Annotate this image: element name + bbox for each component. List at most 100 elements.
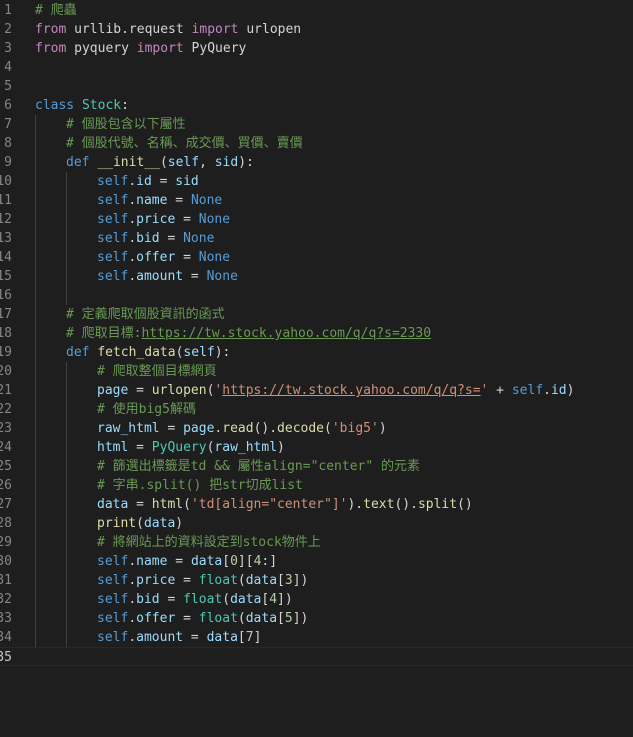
code-token: float <box>183 592 223 607</box>
code-line[interactable]: 3 from pyquery import PyQuery <box>0 39 633 58</box>
code-line[interactable]: 4 <box>0 58 633 77</box>
code-line[interactable]: 27 data = html('td[align="center"]').text… <box>0 495 633 514</box>
code-token: data <box>245 573 278 588</box>
line-text: raw_html = page.read().decode('big5') <box>97 419 387 438</box>
code-token: 7 <box>245 630 254 645</box>
code-line[interactable]: 20 # 爬取整個目標網頁 <box>0 362 633 381</box>
indent-guide <box>66 590 67 609</box>
code-line[interactable]: 11 self.name = None <box>0 191 633 210</box>
code-token: # 字串.split() 把str切成list <box>97 478 303 493</box>
line-number: 5 <box>4 79 12 94</box>
code-line[interactable]: 2 from urllib.request import urlopen <box>0 20 633 39</box>
code-token: = <box>128 497 152 512</box>
code-line[interactable]: 28 print(data) <box>0 514 633 533</box>
code-token: . <box>128 573 137 588</box>
code-token: self <box>511 383 544 398</box>
code-token: offer <box>136 611 176 626</box>
code-line[interactable]: 16 <box>0 286 633 305</box>
line-text: self.amount = data[7] <box>97 628 261 647</box>
code-token: . <box>128 231 137 246</box>
code-token: self <box>167 155 200 170</box>
code-area[interactable]: 1 # 爬蟲 2 from urllib.request import urlopen… <box>0 1 633 666</box>
code-token: raw_html <box>97 421 160 436</box>
code-line[interactable]: 30 self.name = data[0][4:] <box>0 552 633 571</box>
code-line[interactable]: 18 # 爬取目標:https://tw.stock.yahoo.com/q/q?… <box>0 324 633 343</box>
indent-guide <box>35 286 36 305</box>
indent-guide <box>66 628 67 647</box>
code-token: . <box>128 193 137 208</box>
code-token: # 使用big5解碼 <box>97 402 196 417</box>
code-token: (). <box>394 497 418 512</box>
code-token: sid <box>175 174 199 189</box>
code-line[interactable]: 32 self.bid = float(data[4]) <box>0 590 633 609</box>
code-token: page <box>97 383 129 398</box>
code-line[interactable]: 6 class Stock: <box>0 96 633 115</box>
line-number: 2 <box>4 22 12 37</box>
code-line[interactable]: 10 self.id = sid <box>0 172 633 191</box>
indent-guide <box>35 305 36 324</box>
line-text: data = html('td[align="center"]').text()… <box>97 495 473 514</box>
indent-guide <box>35 153 36 172</box>
code-line[interactable]: 14 self.offer = None <box>0 248 633 267</box>
code-token: from <box>35 41 67 56</box>
code-token: data <box>206 630 238 645</box>
code-line[interactable]: 1 # 爬蟲 <box>0 1 633 20</box>
code-line[interactable]: 12 self.price = None <box>0 210 633 229</box>
indent-guide <box>35 134 36 153</box>
code-token: bid <box>136 231 160 246</box>
line-number: 16 <box>0 288 12 303</box>
code-token: ): <box>238 155 254 170</box>
code-token: = <box>151 174 176 189</box>
code-line[interactable]: 13 self.bid = None <box>0 229 633 248</box>
code-line[interactable]: 17 # 定義爬取個股資訊的函式 <box>0 305 633 324</box>
code-token: # 將網站上的資料設定到stock物件上 <box>97 535 321 550</box>
code-line[interactable]: 8 # 個股代號、名稱、成交價、買價、賣價 <box>0 134 633 153</box>
code-token: . <box>128 630 137 645</box>
code-line[interactable]: 34 self.amount = data[7] <box>0 628 633 647</box>
code-line[interactable]: 26 # 字串.split() 把str切成list <box>0 476 633 495</box>
code-line[interactable]: 9 def __init__(self, sid): <box>0 153 633 172</box>
code-token: = <box>167 554 191 569</box>
indent-guide <box>66 533 67 552</box>
code-token: html <box>97 440 129 455</box>
code-line[interactable]: 29 # 將網站上的資料設定到stock物件上 <box>0 533 633 552</box>
code-token: page <box>183 421 215 436</box>
code-line[interactable]: 15 self.amount = None <box>0 267 633 286</box>
code-editor[interactable]: 1 # 爬蟲 2 from urllib.request import urlopen… <box>0 0 633 737</box>
indent-guide <box>66 571 67 590</box>
code-token: self <box>183 345 215 360</box>
code-line[interactable]: 33 self.offer = float(data[5]) <box>0 609 633 628</box>
code-line[interactable]: 24 html = PyQuery(raw_html) <box>0 438 633 457</box>
code-token: 5 <box>284 611 293 626</box>
line-text: self.price = None <box>97 210 230 229</box>
code-line[interactable]: 22 # 使用big5解碼 <box>0 400 633 419</box>
code-line[interactable]: 5 <box>0 77 633 96</box>
code-line[interactable]: 25 # 篩選出標籤是td && 屬性align="center" 的元素 <box>0 457 633 476</box>
code-token: None <box>206 269 238 284</box>
code-token: data <box>97 497 129 512</box>
code-line[interactable]: 31 self.price = float(data[3]) <box>0 571 633 590</box>
code-token: = <box>175 250 199 265</box>
line-number: 7 <box>4 117 12 132</box>
line-text: self.price = float(data[3]) <box>97 571 308 590</box>
indent-guide <box>35 628 36 647</box>
indent-guide <box>66 248 67 267</box>
code-line[interactable]: 35 <box>0 647 633 666</box>
code-token: data <box>143 516 176 531</box>
code-token: ( <box>324 421 332 436</box>
code-token: split <box>417 497 458 512</box>
line-text: # 個股代號、名稱、成交價、買價、賣價 <box>66 134 303 153</box>
code-line[interactable]: 21 page = urlopen('https://tw.stock.yahoo… <box>0 381 633 400</box>
line-number: 21 <box>0 383 12 398</box>
line-number: 15 <box>0 269 12 284</box>
code-line[interactable]: 23 raw_html = page.read().decode('big5') <box>0 419 633 438</box>
indent-guide <box>35 115 36 134</box>
line-text: # 個股包含以下屬性 <box>66 115 186 134</box>
code-line[interactable]: 19 def fetch_data(self): <box>0 343 633 362</box>
code-token: [ <box>222 554 231 569</box>
code-line[interactable]: 7 # 個股包含以下屬性 <box>0 115 633 134</box>
indent-guide <box>66 362 67 381</box>
line-text: # 字串.split() 把str切成list <box>97 476 303 495</box>
code-token: decode <box>277 421 325 436</box>
indent-guide <box>35 476 36 495</box>
